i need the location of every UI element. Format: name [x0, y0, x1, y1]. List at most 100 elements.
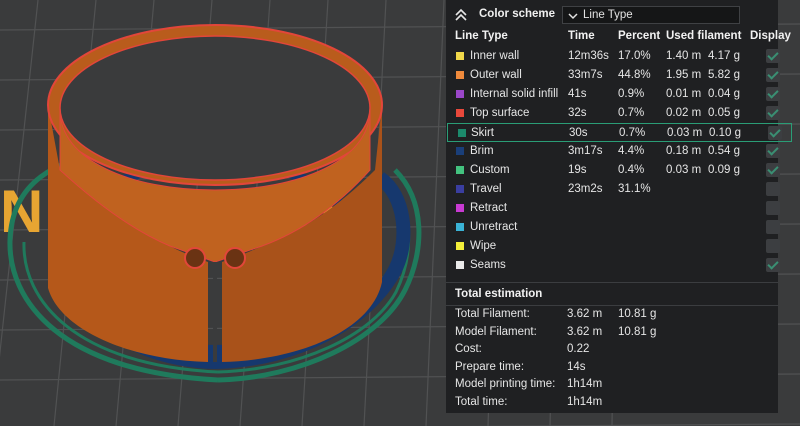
legend-row-travel[interactable]: Travel 23m2s 31.1%	[446, 180, 780, 199]
line-type-name: Top surface	[470, 107, 530, 119]
line-time: 32s	[568, 107, 587, 119]
line-length: 0.02 m	[666, 107, 702, 119]
display-checkbox[interactable]	[766, 68, 780, 82]
line-type-name: Retract	[470, 202, 508, 214]
line-type-name: Internal solid infill	[470, 88, 559, 100]
legend-row-seams[interactable]: Seams	[446, 256, 780, 275]
line-percent: 44.8%	[618, 69, 651, 81]
print-object-ring	[47, 24, 383, 362]
display-checkbox[interactable]	[766, 239, 780, 253]
line-time: 3m17s	[568, 145, 603, 157]
color-swatch	[456, 166, 464, 174]
legend-row-retract[interactable]: Retract	[446, 199, 780, 218]
line-percent: 17.0%	[618, 50, 651, 62]
display-checkbox[interactable]	[766, 220, 780, 234]
legend-row-top-surface[interactable]: Top surface 32s 0.7% 0.02 m 0.05 g	[446, 104, 780, 123]
estimation-row: Cost: 0.22	[446, 343, 778, 361]
display-checkbox[interactable]	[766, 163, 780, 177]
estimation-label: Total Filament:	[455, 308, 530, 320]
color-swatch	[456, 52, 464, 60]
legend-row-wipe[interactable]: Wipe	[446, 237, 780, 256]
legend-row-brim[interactable]: Brim 3m17s 4.4% 0.18 m 0.54 g	[446, 142, 780, 161]
section-divider	[446, 305, 778, 306]
line-type-name: Brim	[470, 145, 494, 157]
color-swatch	[456, 109, 464, 117]
legend-row-internal-solid-infill[interactable]: Internal solid infill 41s 0.9% 0.01 m 0.04 g	[446, 85, 780, 104]
bed-logo-text-left: N	[0, 178, 43, 245]
estimation-row: Prepare time: 14s	[446, 361, 778, 379]
chevron-down-icon	[568, 13, 578, 20]
column-header-time: Time	[568, 30, 595, 42]
estimation-value-secondary: 10.81 g	[618, 325, 657, 338]
color-swatch	[456, 261, 464, 269]
color-swatch	[456, 90, 464, 98]
estimation-row: Model Filament: 3.62 m 10.81 g	[446, 326, 778, 344]
legend-row-inner-wall[interactable]: Inner wall 12m36s 17.0% 1.40 m 4.17 g	[446, 47, 780, 66]
color-swatch	[456, 223, 464, 231]
line-percent: 4.4%	[618, 145, 645, 157]
estimation-label: Model Filament:	[455, 325, 537, 338]
line-type-name: Custom	[470, 164, 510, 176]
line-type-name: Outer wall	[470, 69, 522, 81]
line-time: 23m2s	[568, 183, 603, 195]
line-percent: 0.9%	[618, 88, 645, 100]
line-percent: 31.1%	[618, 183, 651, 195]
color-swatch	[456, 185, 464, 193]
line-time: 41s	[568, 88, 587, 100]
estimation-label: Model printing time:	[455, 378, 556, 390]
display-checkbox[interactable]	[766, 201, 780, 215]
total-estimation-title: Total estimation	[455, 288, 543, 300]
estimation-row: Model printing time: 1h14m	[446, 378, 778, 396]
line-weight: 5.82 g	[708, 69, 740, 81]
line-type-name: Travel	[470, 183, 502, 195]
panel-header: Color scheme Line Type	[446, 0, 778, 30]
legend-row-skirt[interactable]: Skirt 30s 0.7% 0.03 m 0.10 g	[447, 123, 792, 142]
column-header-display: Display	[750, 30, 791, 42]
estimation-value: 0.22	[567, 343, 590, 355]
legend-row-custom[interactable]: Custom 19s 0.4% 0.03 m 0.09 g	[446, 161, 780, 180]
line-time: 30s	[569, 127, 588, 139]
color-swatch	[458, 129, 466, 137]
line-length: 0.03 m	[666, 164, 702, 176]
color-swatch	[456, 147, 464, 155]
line-weight: 0.09 g	[708, 164, 740, 176]
display-checkbox[interactable]	[766, 144, 780, 158]
estimation-value-secondary: 10.81 g	[618, 308, 657, 320]
estimation-label: Total time:	[455, 395, 508, 408]
line-time: 12m36s	[568, 50, 609, 62]
column-header-percent: Percent	[618, 30, 661, 42]
collapse-chevron-icon[interactable]	[454, 8, 468, 22]
display-checkbox[interactable]	[766, 258, 780, 272]
grid-line	[425, 0, 445, 426]
estimation-label: Cost:	[455, 343, 482, 355]
line-length: 0.03 m	[667, 127, 703, 139]
line-length: 1.95 m	[666, 69, 702, 81]
line-percent: 0.4%	[618, 164, 645, 176]
estimation-value: 3.62 m	[567, 325, 603, 338]
line-type-name: Inner wall	[470, 50, 520, 62]
column-header-used-filament: Used filament	[666, 30, 742, 42]
legend-row-unretract[interactable]: Unretract	[446, 218, 780, 237]
line-weight: 0.54 g	[708, 145, 740, 157]
color-swatch	[456, 71, 464, 79]
legend-row-outer-wall[interactable]: Outer wall 33m7s 44.8% 1.95 m 5.82 g	[446, 66, 780, 85]
line-type-name: Wipe	[470, 240, 497, 252]
line-time: 33m7s	[568, 69, 603, 81]
display-checkbox[interactable]	[766, 87, 780, 101]
display-checkbox[interactable]	[768, 126, 782, 140]
color-scheme-dropdown[interactable]: Line Type	[562, 6, 740, 24]
line-length: 1.40 m	[666, 50, 702, 62]
line-percent: 0.7%	[618, 107, 645, 119]
color-swatch	[456, 204, 464, 212]
display-checkbox[interactable]	[766, 49, 780, 63]
estimation-label: Prepare time:	[455, 360, 525, 373]
line-percent: 0.7%	[619, 127, 646, 139]
estimation-value: 1h14m	[567, 395, 603, 408]
estimation-row: Total time: 1h14m	[446, 396, 778, 414]
estimation-row: Total Filament: 3.62 m 10.81 g	[446, 308, 778, 326]
color-swatch	[456, 242, 464, 250]
display-checkbox[interactable]	[766, 182, 780, 196]
line-length: 0.01 m	[666, 88, 702, 100]
color-scheme-value: Line Type	[583, 9, 633, 21]
display-checkbox[interactable]	[766, 106, 780, 120]
